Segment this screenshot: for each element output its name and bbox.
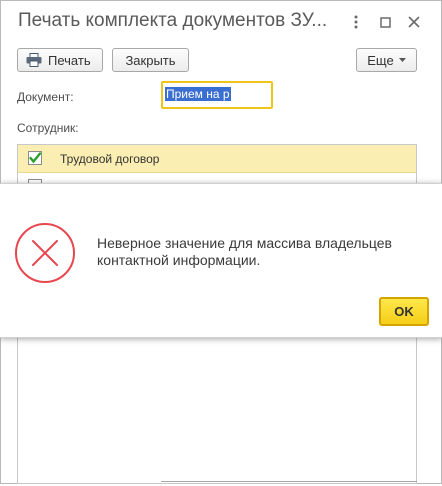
- ok-button[interactable]: OK: [379, 297, 429, 326]
- document-label: Документ:: [17, 90, 74, 104]
- checkbox[interactable]: [28, 151, 42, 165]
- chevron-down-icon: [398, 58, 406, 62]
- close-button-label: Закрыть: [125, 52, 176, 68]
- error-dialog: Неверное значение для массива владельцев…: [0, 183, 442, 338]
- title-bar: Печать комплекта документов ЗУ...: [1, 1, 441, 43]
- list-item-label: Трудовой договор: [60, 152, 160, 166]
- list-item[interactable]: Трудовой договор: [18, 145, 416, 173]
- checkmark-icon: [29, 152, 42, 164]
- more-button-label: Еще: [367, 52, 394, 68]
- document-field-value: Прием на р: [165, 87, 231, 101]
- more-actions-icon[interactable]: [347, 13, 365, 31]
- document-field[interactable]: Прием на р: [161, 81, 273, 109]
- employee-label: Сотрудник:: [17, 121, 79, 135]
- error-message: Неверное значение для массива владельцев…: [97, 235, 392, 268]
- print-button[interactable]: Печать: [17, 48, 103, 72]
- close-icon[interactable]: [405, 13, 423, 31]
- window-title: Печать комплекта документов ЗУ...: [18, 10, 328, 31]
- more-button[interactable]: Еще: [356, 48, 417, 72]
- close-button[interactable]: Закрыть: [112, 48, 189, 72]
- maximize-icon[interactable]: [376, 13, 394, 31]
- print-button-label: Печать: [48, 52, 91, 68]
- error-icon: [14, 222, 76, 284]
- printer-icon: [26, 53, 42, 67]
